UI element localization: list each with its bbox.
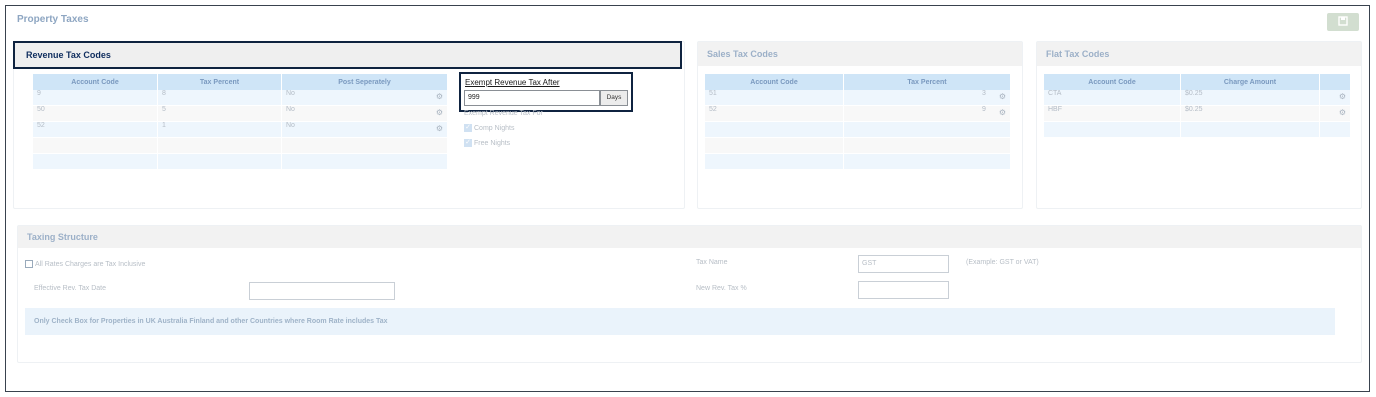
table-row[interactable]: 51 3 ⚙ — [705, 90, 1011, 106]
tax-name-label: Tax Name — [696, 259, 728, 266]
sales-tax-codes-header: Sales Tax Codes — [698, 42, 1022, 66]
gear-icon[interactable]: ⚙ — [1339, 108, 1346, 117]
tax-percent: 3 ⚙ — [843, 90, 1011, 106]
table-row[interactable]: CTA $0.25 ⚙ — [1044, 90, 1351, 106]
account-code: CTA — [1044, 90, 1181, 106]
comp-nights-checkbox[interactable]: ✓ — [464, 124, 472, 132]
account-code: 52 — [705, 105, 844, 122]
tax-name-input[interactable]: GST — [858, 255, 949, 273]
sales-tax-table: Account Code Tax Percent 51 3 ⚙ 52 9 ⚙ — [705, 74, 1011, 170]
table-row[interactable]: 52 9 ⚙ — [705, 105, 1011, 122]
percent-value: 9 — [982, 106, 986, 113]
column-header[interactable]: Account Code — [33, 74, 158, 90]
column-header[interactable]: Tax Percent — [843, 74, 1011, 90]
flat-tax-codes-header: Flat Tax Codes — [1037, 42, 1361, 66]
column-header[interactable]: Charge Amount — [1180, 74, 1320, 90]
post-value: No — [286, 106, 295, 113]
flat-tax-table: Account Code Charge Amount CTA $0.25 ⚙ H… — [1044, 74, 1351, 138]
save-button[interactable] — [1327, 13, 1359, 31]
exempt-after-input[interactable]: 999 — [464, 90, 600, 106]
account-code: 52 — [33, 121, 158, 138]
table-row[interactable] — [705, 153, 1011, 170]
exempt-after-label: Exempt Revenue Tax After — [465, 78, 560, 87]
effective-date-label: Effective Rev. Tax Date — [34, 285, 106, 292]
effective-date-input[interactable] — [249, 282, 395, 300]
free-nights-option[interactable]: ✓ Free Nights — [464, 139, 510, 147]
table-row[interactable]: 50 5 No ⚙ — [33, 105, 448, 122]
column-header[interactable]: Account Code — [1044, 74, 1181, 90]
exempt-revenue-box: Exempt Revenue Tax After 999 Days — [459, 72, 633, 112]
post-separately: No ⚙ — [281, 121, 448, 138]
column-header[interactable]: Tax Percent — [157, 74, 282, 90]
percent-value: 3 — [982, 90, 986, 97]
taxing-structure-header: Taxing Structure — [18, 226, 1361, 248]
gear-icon[interactable]: ⚙ — [1339, 92, 1346, 101]
column-header[interactable]: Account Code — [705, 74, 844, 90]
tax-inclusive-label: All Rates Charges are Tax Inclusive — [35, 260, 146, 268]
charge-amount: $0.25 — [1180, 105, 1320, 122]
new-rev-tax-input[interactable] — [858, 281, 949, 299]
column-header — [1319, 74, 1351, 90]
post-value: No — [286, 122, 295, 129]
gear-icon[interactable]: ⚙ — [436, 124, 443, 133]
example-hint: (Example: GST or VAT) — [966, 259, 1039, 266]
free-nights-label: Free Nights — [474, 139, 511, 147]
new-rev-tax-label: New Rev. Tax % — [696, 285, 747, 292]
account-code: 50 — [33, 105, 158, 122]
page-title: Property Taxes — [17, 14, 89, 25]
table-row[interactable] — [705, 137, 1011, 154]
gear-icon[interactable]: ⚙ — [999, 108, 1006, 117]
property-taxes-window: Property Taxes Revenue Tax Codes Account… — [5, 5, 1370, 392]
column-header[interactable]: Post Seperately — [281, 74, 448, 90]
gear-icon[interactable]: ⚙ — [436, 92, 443, 101]
table-row[interactable]: 52 1 No ⚙ — [33, 121, 448, 138]
tax-inclusive-option[interactable]: All Rates Charges are Tax Inclusive — [25, 260, 145, 268]
table-row[interactable] — [705, 121, 1011, 138]
gear-icon[interactable]: ⚙ — [999, 92, 1006, 101]
revenue-tax-codes-header: Revenue Tax Codes — [13, 41, 682, 69]
tax-percent: 1 — [157, 121, 282, 138]
save-icon — [1338, 16, 1348, 28]
gear-icon[interactable]: ⚙ — [436, 108, 443, 117]
comp-nights-label: Comp Nights — [474, 124, 515, 132]
post-value: No — [286, 90, 295, 97]
tax-percent: 5 — [157, 105, 282, 122]
account-code: 51 — [705, 90, 844, 106]
table-row[interactable] — [33, 137, 448, 154]
revenue-tax-table: Account Code Tax Percent Post Seperately… — [33, 74, 448, 170]
table-row[interactable] — [33, 153, 448, 170]
post-separately: No ⚙ — [281, 90, 448, 106]
comp-nights-option[interactable]: ✓ Comp Nights — [464, 124, 514, 132]
tax-inclusive-checkbox[interactable] — [25, 260, 33, 268]
table-row[interactable] — [1044, 121, 1351, 138]
exempt-for-label: Exempt Revenue Tax For — [464, 110, 543, 117]
table-row[interactable]: 9 8 No ⚙ — [33, 90, 448, 106]
free-nights-checkbox[interactable]: ✓ — [464, 139, 472, 147]
tax-percent: 8 — [157, 90, 282, 106]
account-code: 9 — [33, 90, 158, 106]
tax-inclusive-note: Only Check Box for Properties in UK Aust… — [25, 308, 1335, 335]
account-code: HBF — [1044, 105, 1181, 122]
post-separately: No ⚙ — [281, 105, 448, 122]
taxing-structure-panel: Taxing Structure — [17, 225, 1362, 363]
charge-amount: $0.25 — [1180, 90, 1320, 106]
tax-percent: 9 ⚙ — [843, 105, 1011, 122]
days-button[interactable]: Days — [600, 90, 628, 106]
table-row[interactable]: HBF $0.25 ⚙ — [1044, 105, 1351, 122]
